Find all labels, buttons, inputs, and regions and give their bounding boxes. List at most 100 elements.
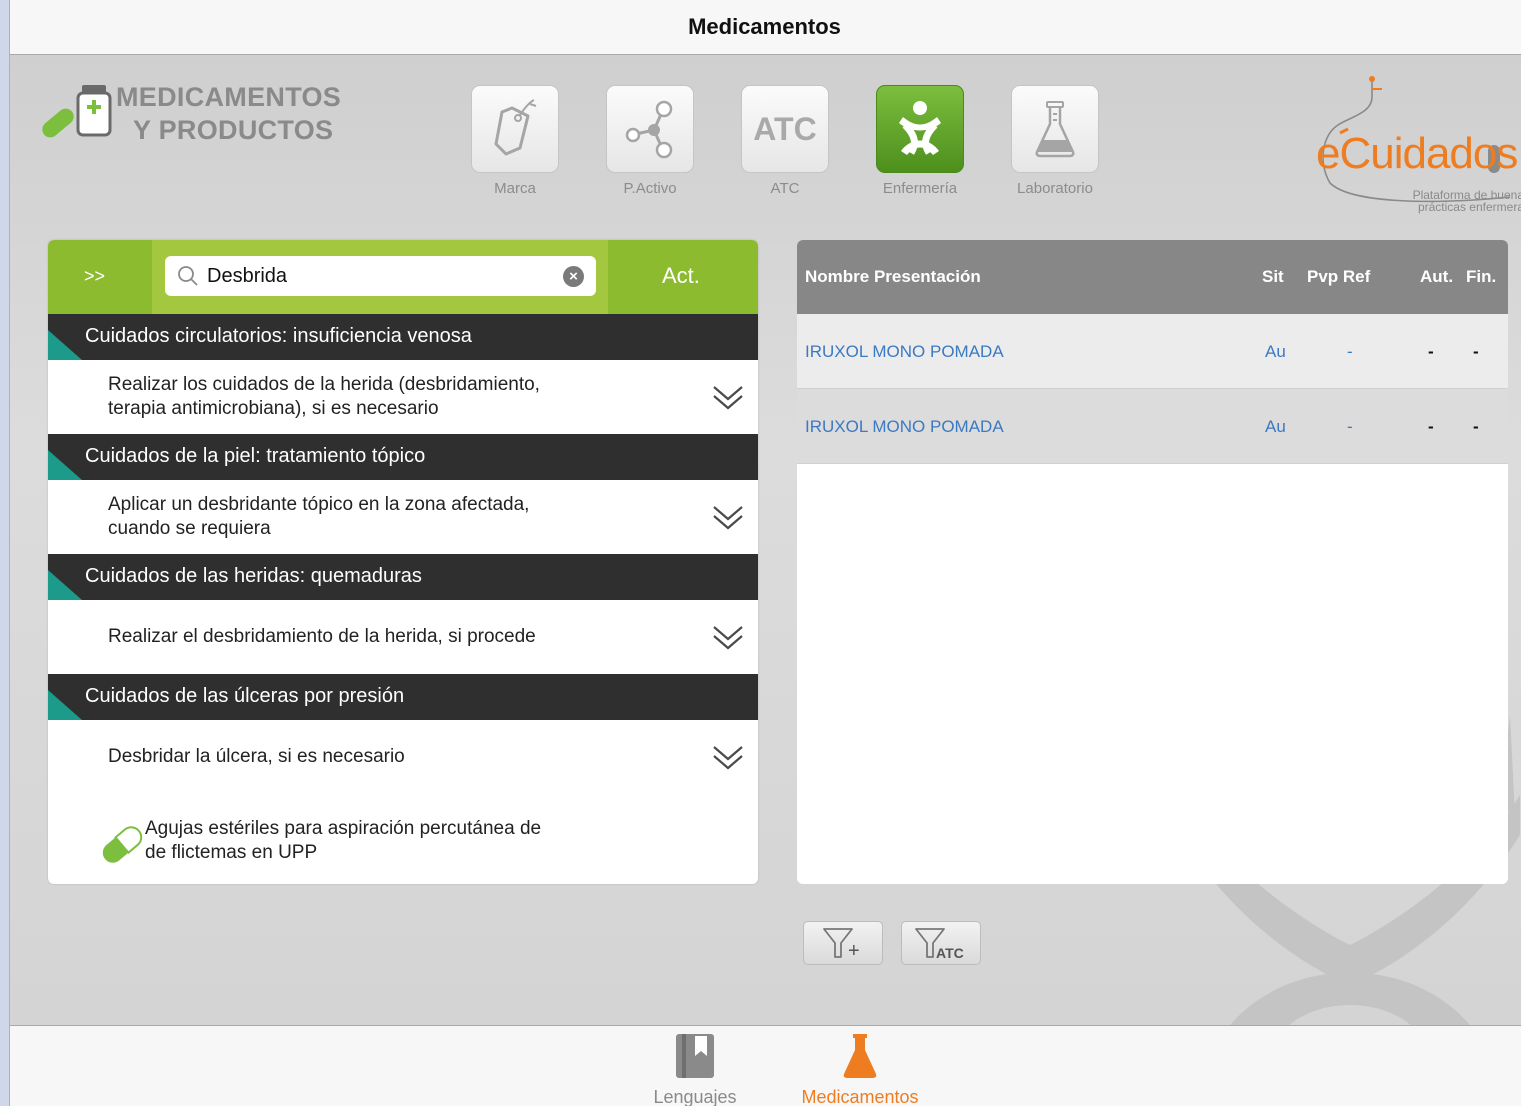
list-item-line1: Realizar el desbridamiento de la herida,… — [108, 626, 536, 647]
category-enfermeria-button[interactable]: Enfermería — [865, 85, 975, 197]
cell-aut: - — [1428, 417, 1434, 436]
logo-subtitle: Plataforma de buenas prácticas enfermera… — [1380, 189, 1521, 213]
table-row[interactable]: IRUXOL MONO POMADA Au - - - — [797, 389, 1508, 464]
act-button[interactable]: Act. — [662, 263, 700, 289]
list-item-text: Aplicar un desbridante tópico en la zona… — [108, 493, 529, 541]
list-item-line1: Desbridar la úlcera, si es necesario — [108, 746, 405, 767]
column-header-fin[interactable]: Fin. — [1466, 267, 1496, 287]
category-pactivo-button[interactable]: P.Activo — [595, 85, 705, 197]
cell-sit: Au — [1265, 417, 1286, 436]
list-item-line2: cuando se requiera — [108, 518, 271, 539]
tab-medicamentos[interactable]: Medicamentos — [790, 1032, 930, 1106]
window-edge — [0, 0, 10, 1106]
brand-title: MEDICAMENTOS Y PRODUCTOS — [116, 81, 341, 147]
section-title: Cuidados circulatorios: insuficiencia ve… — [85, 325, 472, 347]
section-header: Cuidados de la piel: tratamiento tópico — [48, 434, 758, 480]
brand-title-line2: Y PRODUCTOS — [133, 115, 334, 145]
section-header: Cuidados de las úlceras por presión — [48, 674, 758, 720]
pill-bottle-icon — [38, 81, 116, 141]
category-marca-button[interactable]: Marca — [460, 85, 570, 197]
expand-button[interactable]: >> — [84, 266, 105, 287]
search-input[interactable] — [207, 263, 547, 289]
flask-icon — [843, 1034, 877, 1078]
category-atc-label: ATC — [770, 180, 800, 197]
cell-fin: - — [1473, 342, 1479, 361]
filter-add-icon: + — [823, 928, 860, 961]
list-item-text: Realizar los cuidados de la herida (desb… — [108, 373, 540, 421]
ecuidados-logo: eCuidados Plataforma de buenas prácticas… — [1310, 73, 1521, 213]
section-corner-marker — [48, 690, 82, 720]
double-chevron-down-icon[interactable] — [712, 383, 744, 411]
navigation-bar: Medicamentos — [10, 0, 1521, 55]
list-item[interactable]: Aplicar un desbridante tópico en la zona… — [48, 480, 758, 554]
category-pactivo-tile[interactable] — [606, 85, 694, 173]
atc-text-icon: ATC — [753, 110, 817, 147]
filter-atc-text: ATC — [936, 945, 964, 961]
list-item-text: Desbridar la úlcera, si es necesario — [108, 745, 405, 769]
pill-icon — [102, 826, 143, 863]
filter-atc-button[interactable]: ATC — [901, 921, 981, 965]
brand-header: MEDICAMENTOS Y PRODUCTOS — [38, 81, 341, 147]
list-item[interactable]: Desbridar la úlcera, si es necesario — [48, 720, 758, 794]
section-corner-marker — [48, 570, 82, 600]
double-chevron-down-icon[interactable] — [712, 743, 744, 771]
list-item-line1: Realizar los cuidados de la herida (desb… — [108, 374, 540, 395]
molecule-icon — [625, 100, 673, 159]
category-laboratorio-tile[interactable] — [1011, 85, 1099, 173]
cell-pvp: - — [1347, 417, 1353, 436]
main-area: MEDICAMENTOS Y PRODUCTOS Marca P.Activo … — [10, 55, 1521, 1025]
clear-search-icon[interactable]: × — [563, 266, 584, 287]
section-corner-marker — [48, 330, 82, 360]
category-atc-tile[interactable]: ATC — [741, 85, 829, 173]
section-title: Cuidados de la piel: tratamiento tópico — [85, 445, 426, 467]
category-atc-button[interactable]: ATC ATC — [730, 85, 840, 197]
book-icon — [676, 1034, 714, 1078]
double-chevron-down-icon[interactable] — [712, 503, 744, 531]
section-header: Cuidados de las heridas: quemaduras — [48, 554, 758, 600]
category-enfermeria-label: Enfermería — [882, 180, 958, 197]
section-title: Cuidados de las heridas: quemaduras — [85, 565, 422, 587]
filter-atc-icon: ATC — [915, 928, 964, 961]
nursing-icon — [899, 101, 941, 155]
list-item[interactable]: Realizar los cuidados de la herida (desb… — [48, 360, 758, 434]
product-item-text: Agujas estériles para aspiración percutá… — [145, 817, 541, 865]
column-header-pvp[interactable]: Pvp Ref — [1307, 267, 1370, 287]
category-marca-tile[interactable] — [471, 85, 559, 173]
category-enfermeria-tile[interactable] — [876, 85, 964, 173]
tab-lenguajes[interactable]: Lenguajes — [625, 1032, 765, 1106]
cell-fin: - — [1473, 417, 1479, 436]
search-icon — [178, 266, 198, 286]
filter-add-button[interactable]: + — [803, 921, 883, 965]
list-item[interactable]: Realizar el desbridamiento de la herida,… — [48, 600, 758, 674]
cell-sit: Au — [1265, 342, 1286, 361]
table-header: Nombre Presentación Sit Pvp Ref Aut. Fin… — [797, 240, 1508, 314]
category-laboratorio-label: Laboratorio — [1017, 180, 1093, 197]
cell-name[interactable]: IRUXOL MONO POMADA — [805, 417, 1004, 437]
logo-subtitle-line2: prácticas enfermeras — [1417, 200, 1521, 214]
cell-name[interactable]: IRUXOL MONO POMADA — [805, 342, 1004, 362]
product-item[interactable]: Agujas estériles para aspiración percutá… — [48, 794, 758, 884]
column-header-name[interactable]: Nombre Presentación — [805, 267, 981, 287]
list-item-line1: Aplicar un desbridante tópico en la zona… — [108, 494, 530, 515]
product-item-line1: Agujas estériles para aspiración percutá… — [145, 818, 542, 839]
tag-icon — [494, 99, 537, 156]
double-chevron-down-icon[interactable] — [712, 623, 744, 651]
column-header-sit[interactable]: Sit — [1262, 267, 1284, 287]
table-row[interactable]: IRUXOL MONO POMADA Au - - - — [797, 314, 1508, 389]
list-item-text: Realizar el desbridamiento de la herida,… — [108, 625, 536, 649]
section-title: Cuidados de las úlceras por presión — [85, 685, 405, 707]
cell-pvp: - — [1347, 342, 1353, 361]
search-bar: >> × Act. — [48, 240, 758, 314]
category-laboratorio-button[interactable]: Laboratorio — [1000, 85, 1110, 197]
category-marca-label: Marca — [494, 180, 536, 197]
category-pactivo-label: P.Activo — [623, 180, 677, 197]
list-item-line2: terapia antimicrobiana), si es necesario — [108, 398, 439, 419]
column-header-aut[interactable]: Aut. — [1420, 267, 1453, 287]
tab-medicamentos-label: Medicamentos — [801, 1087, 919, 1106]
presentations-table: Nombre Presentación Sit Pvp Ref Aut. Fin… — [797, 240, 1508, 884]
search-box[interactable]: × — [165, 256, 596, 296]
product-item-line2: de flictemas en UPP — [145, 842, 318, 863]
logo-text: eCuidados — [1316, 129, 1518, 178]
tab-bar: Lenguajes Medicamentos — [10, 1025, 1521, 1106]
section-header: Cuidados circulatorios: insuficiencia ve… — [48, 314, 758, 360]
